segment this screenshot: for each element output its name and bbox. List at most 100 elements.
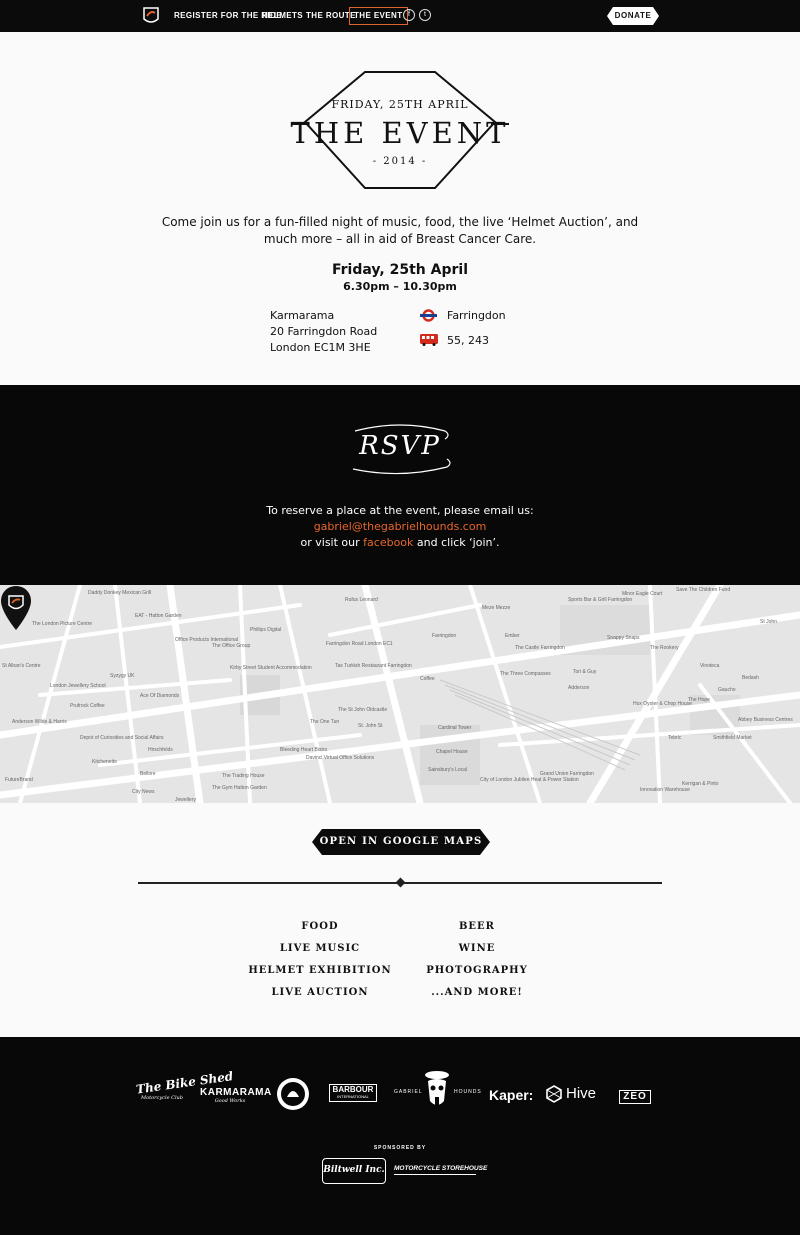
gabriel-hounds-logo-icon[interactable] (140, 4, 162, 26)
rsvp-instruction: To reserve a place at the event, please … (266, 504, 534, 517)
map-label: Tas Turkish Restaurant Farringdon (335, 663, 412, 669)
map-label: Adderson (568, 685, 590, 691)
gabriel-hounds-logo[interactable]: GABRIEL HOUNDS (394, 1067, 482, 1117)
map-label: Tori & Guy (573, 669, 597, 675)
rsvp-heading: RSVP (345, 421, 455, 477)
map-label: Hirschfelds (148, 747, 173, 753)
page-title: THE EVENT (290, 116, 510, 150)
bike-shed-logo[interactable]: The Bike Shed Motorcycle Club (135, 1069, 234, 1101)
map-label: The Office Group (212, 643, 251, 649)
map-label: City News (132, 789, 155, 795)
bus-icon (420, 334, 438, 346)
facebook-icon[interactable]: f (403, 9, 415, 21)
map-label: The Hope (688, 697, 710, 703)
map-label: Gaucho (718, 687, 736, 693)
map-label: Depot of Curiosities and Social Affairs (80, 735, 164, 741)
map-label: The Three Compasses (500, 671, 551, 677)
map-label: Grand Union Farringdon (540, 771, 594, 777)
zeo-logo[interactable]: ZEO (619, 1090, 651, 1104)
emblem-date: FRIDAY, 25TH APRIL (331, 98, 469, 111)
gabriel-text: GABRIEL (394, 1089, 423, 1095)
map-label: Hox Oyster & Chop House (633, 701, 692, 707)
features-right-list: BEER WINE PHOTOGRAPHY ...AND MORE! (377, 916, 577, 1004)
event-emblem: FRIDAY, 25TH APRIL THE EVENT - 2014 - (285, 70, 515, 210)
map-label: Davinci Virtual Office Solutions (306, 755, 375, 761)
map-label: Coffee (420, 676, 435, 682)
map-label: Daddy Donkey Mexican Grill (88, 590, 152, 596)
divider-diamond (395, 877, 406, 888)
map-label: The Castle Farringdon (515, 645, 565, 651)
transport-info: Farringdon 55, 243 (420, 308, 506, 358)
map-label: The Gym Hatton Garden (212, 785, 267, 791)
map-label: Save The Children Fund (676, 587, 731, 593)
open-google-maps-button[interactable]: OPEN IN GOOGLE MAPS (312, 829, 490, 855)
tube-station: Farringdon (420, 308, 506, 333)
map-label: The Rookery (650, 645, 679, 651)
map-label: Minor Eagle Court (622, 591, 663, 597)
karmarama-logo-text: KARMARAMA (200, 1087, 272, 1098)
barbour-logo-text: BARBOUR (332, 1085, 374, 1094)
twitter-icon[interactable]: t (419, 9, 431, 21)
hound-skull-icon (425, 1071, 449, 1105)
address-line: London EC1M 3HE (270, 341, 371, 354)
map-label: Bleeding Heart Bistro (280, 747, 328, 753)
partners-footer: The Bike Shed Motorcycle Club KARMARAMA … (0, 1037, 800, 1235)
map-label: Sports Bar & Grill Farringdon (568, 597, 633, 603)
map-label: Innovation Warehouse (640, 787, 690, 793)
bus-route-numbers: 55, 243 (447, 334, 489, 347)
rsvp-section: RSVP To reserve a place at the event, pl… (0, 385, 800, 585)
emblem-year: - 2014 - (372, 156, 428, 167)
rsvp-facebook-post: and click ‘join’. (413, 536, 500, 549)
map-label: London Jewellery School (50, 683, 106, 689)
kaper-logo[interactable]: Kaper: (489, 1087, 533, 1103)
map-label: Sainsbury's Local (428, 767, 468, 773)
map-label: Meze Mezze (482, 605, 511, 611)
nav-event-link[interactable]: THE EVENT (349, 7, 408, 25)
map-label: The One Tun (310, 719, 340, 725)
bike-shed-logo-text: The Bike Shed (135, 1069, 234, 1097)
barbour-logo[interactable]: BARBOUR INTERNATIONAL (329, 1084, 377, 1102)
tube-station-name: Farringdon (447, 309, 506, 322)
event-intro: Come join us for a fun-filled night of m… (161, 215, 639, 246)
map-label: Snappy Snaps (607, 635, 640, 641)
map-streets (0, 585, 800, 803)
breast-cancer-care-roundel-icon[interactable] (276, 1077, 310, 1111)
map-label: Ace Of Diamonds (140, 693, 180, 699)
venue-map-pin-icon[interactable] (0, 585, 32, 631)
map-label: Farringdon Road London EC1 (326, 641, 393, 647)
map-label: Cardinal Tower (438, 725, 472, 731)
map-label: The Trading House (222, 773, 265, 779)
hounds-text: HOUNDS (454, 1089, 482, 1095)
nav-helmets-link[interactable]: HELMETS (262, 0, 303, 32)
rsvp-text: To reserve a place at the event, please … (0, 503, 800, 551)
top-navigation: REGISTER FOR THE RIDE HELMETS THE ROUTE … (0, 0, 800, 32)
map-label: Prufrock Coffee (70, 703, 105, 709)
feature-item: WINE (458, 943, 496, 954)
bus-routes: 55, 243 (420, 333, 506, 358)
map-label: City of London Jubilee Heat & Power Stat… (480, 777, 579, 783)
map-label: Anderson Wilde & Harris (12, 719, 67, 725)
rsvp-facebook-link[interactable]: facebook (363, 536, 413, 549)
biltwell-logo[interactable]: Biltwell Inc. (322, 1158, 386, 1184)
rsvp-title: RSVP (359, 431, 441, 461)
rsvp-email-link[interactable]: gabriel@thegabrielhounds.com (0, 519, 800, 535)
map-label: Bellore (140, 771, 156, 777)
map-label: Ember (505, 633, 520, 639)
barbour-logo-subtext: INTERNATIONAL (337, 1094, 369, 1099)
map-label: Phillips Digital (250, 627, 282, 633)
underground-roundel-icon (420, 309, 437, 322)
hive-hexagon-icon (546, 1085, 562, 1103)
donate-button[interactable]: DONATE (607, 7, 659, 25)
map-label: St. John St (358, 723, 383, 729)
feature-item: ...AND MORE! (431, 987, 523, 998)
map-label: Smithfield Market (713, 735, 752, 741)
venue-map[interactable]: Daddy Donkey Mexican Grill EAT - Hatton … (0, 585, 800, 803)
map-label: Chapel House (436, 749, 468, 755)
venue-address: Karmarama 20 Farringdon Road London EC1M… (270, 308, 377, 356)
map-label: Jewellery (175, 797, 196, 803)
map-label: Tebric (668, 735, 682, 741)
event-hero: FRIDAY, 25TH APRIL THE EVENT - 2014 - Co… (0, 32, 800, 385)
motorcycle-storehouse-logo[interactable]: MOTORCYCLE STOREHOUSE (394, 1165, 487, 1175)
map-label: Kirby Street Student Accommodation (230, 665, 312, 671)
karmarama-logo[interactable]: KARMARAMA Good Works (200, 1087, 272, 1104)
